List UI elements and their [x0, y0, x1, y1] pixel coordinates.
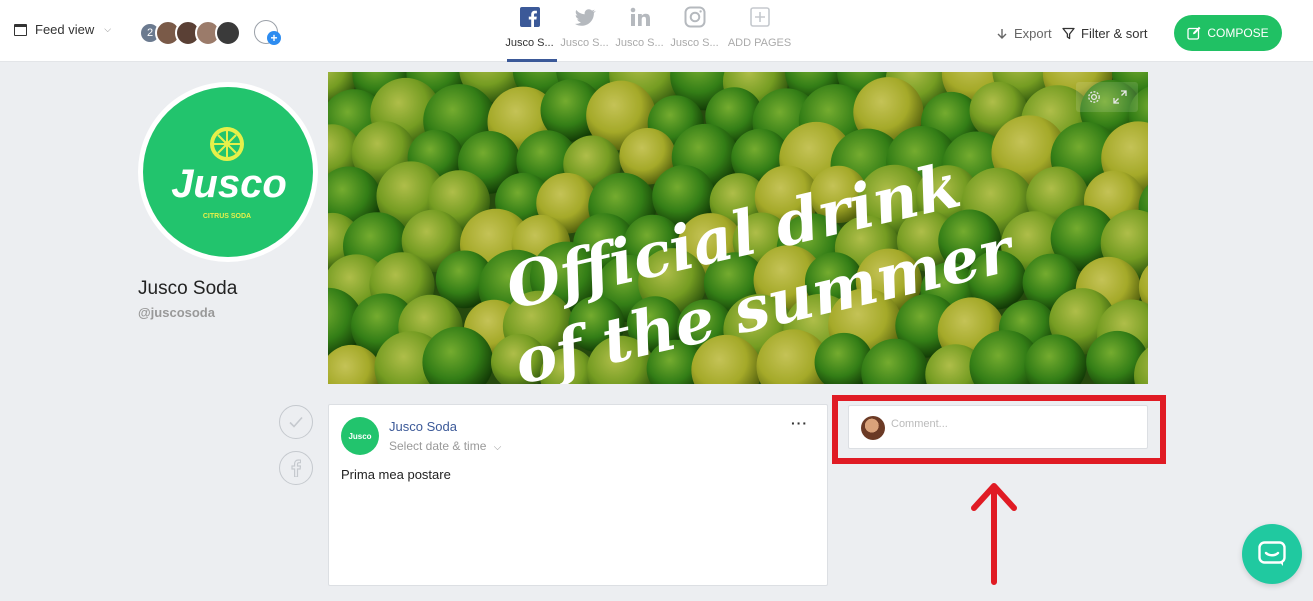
annotation-arrow [971, 483, 1017, 585]
limes-background: Official drink of the summer [328, 72, 1148, 384]
resize-icon[interactable] [1113, 90, 1127, 104]
cover-photo[interactable]: Official drink of the summer [328, 72, 1148, 384]
post-card: Jusco Jusco Soda Select date & time ⌵ ··… [328, 404, 828, 586]
linkedin-icon [630, 7, 650, 26]
filter-label: Filter & sort [1081, 26, 1148, 41]
feed-view-icon [14, 23, 27, 36]
tab-label: Jusco S... [615, 37, 664, 49]
post-author[interactable]: Jusco Soda [389, 419, 457, 434]
tab-instagram[interactable]: Jusco S... [667, 0, 722, 62]
logo-wordmark: Jusco [171, 162, 287, 206]
chevron-down-icon: ⌵ [493, 442, 502, 453]
plus-icon: + [267, 31, 281, 45]
edit-icon [1187, 26, 1201, 40]
more-options-button[interactable]: ··· [791, 415, 808, 431]
chat-icon [1258, 541, 1286, 566]
tab-label: Jusco S... [670, 37, 719, 49]
export-label: Export [1014, 26, 1052, 41]
chevron-down-icon: ⌵ [104, 24, 112, 34]
add-user-button[interactable]: + [253, 20, 283, 46]
tab-label: Jusco S... [505, 37, 554, 49]
top-bar: Feed view ⌵ 2 + Jusco S... Jusco S... Ju… [0, 0, 1313, 62]
facebook-f-icon [291, 459, 301, 477]
jusco-logo: Jusco CITRUS SODA [143, 87, 313, 257]
compose-button[interactable]: COMPOSE [1174, 15, 1282, 51]
cover-controls [1076, 82, 1138, 112]
post-text[interactable]: Prima mea postare [341, 467, 451, 482]
tab-twitter[interactable]: Jusco S... [557, 0, 612, 62]
date-time-selector[interactable]: Select date & time ⌵ [389, 439, 501, 453]
tab-label: ADD PAGES [727, 37, 792, 49]
tab-add-pages[interactable]: ADD PAGES [722, 0, 797, 62]
profile-handle: @juscosoda [138, 305, 215, 320]
facebook-network-button[interactable] [279, 451, 313, 485]
feed-view-dropdown[interactable]: Feed view ⌵ [14, 22, 111, 37]
tab-facebook[interactable]: Jusco S... [502, 0, 557, 62]
page-tabs: Jusco S... Jusco S... Jusco S... Jusco S… [502, 0, 797, 62]
gear-icon[interactable] [1087, 90, 1101, 104]
tab-linkedin[interactable]: Jusco S... [612, 0, 667, 62]
tab-label: Jusco S... [560, 37, 609, 49]
profile-picture[interactable]: Jusco CITRUS SODA [138, 82, 318, 262]
profile-name: Jusco Soda [138, 278, 238, 299]
approve-button[interactable] [279, 405, 313, 439]
avatar [215, 20, 241, 46]
instagram-icon [684, 6, 705, 28]
export-button[interactable]: Export [996, 26, 1052, 41]
twitter-icon [574, 9, 596, 26]
plus-square-icon [749, 7, 770, 27]
highlight-box [832, 395, 1166, 464]
post-avatar: Jusco [341, 417, 379, 455]
facebook-icon [519, 7, 540, 27]
filter-sort-button[interactable]: Filter & sort [1062, 26, 1147, 41]
chat-button[interactable] [1242, 524, 1302, 584]
date-time-label: Select date & time [389, 439, 487, 453]
team-avatars[interactable]: 2 [139, 20, 241, 46]
arrow-down-icon [997, 28, 1007, 39]
logo-tagline: CITRUS SODA [203, 213, 251, 220]
feed-view-label: Feed view [35, 22, 95, 37]
check-icon [289, 416, 303, 428]
compose-label: COMPOSE [1207, 26, 1269, 40]
filter-icon [1062, 27, 1075, 40]
